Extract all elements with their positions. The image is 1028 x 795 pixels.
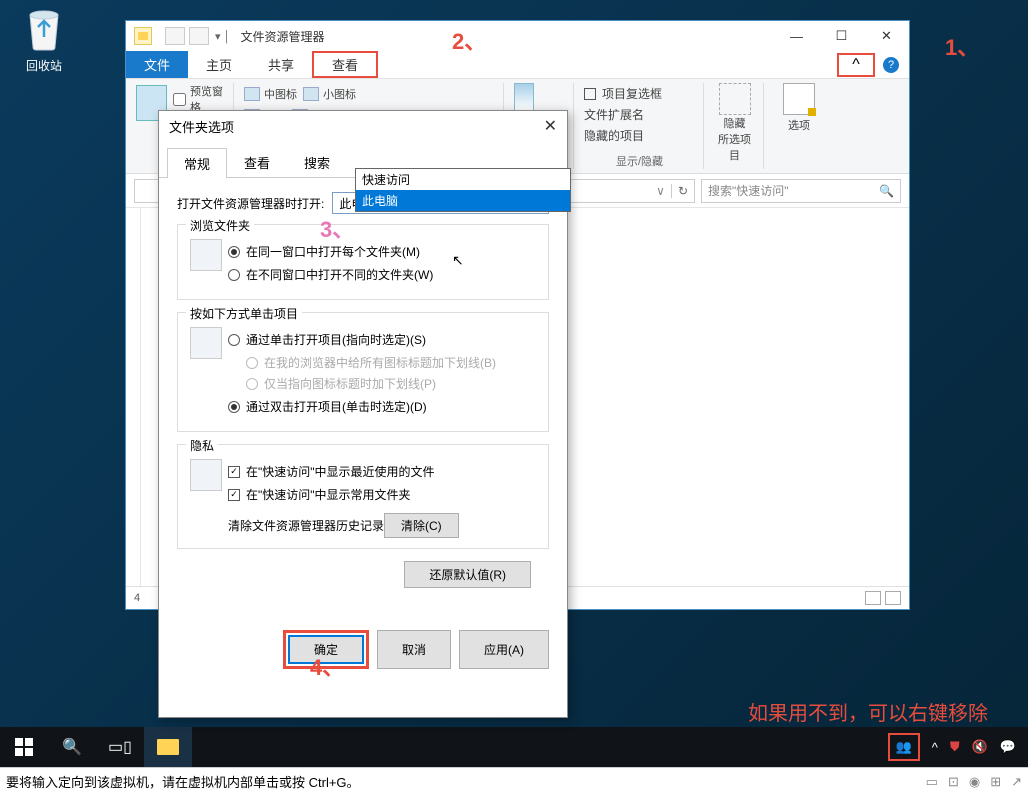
click-icon: [190, 327, 222, 359]
view-details-btn[interactable]: [865, 591, 881, 605]
open-to-dropdown: 快速访问 此电脑: [355, 168, 571, 212]
vm-icon-3[interactable]: ◉: [969, 774, 980, 790]
check-frequent-folders[interactable]: 在"快速访问"中显示常用文件夹: [228, 486, 538, 503]
help-icon[interactable]: ?: [883, 57, 899, 73]
sort-icon[interactable]: [514, 83, 534, 111]
vm-icon-5[interactable]: ↗: [1011, 774, 1022, 790]
maximize-button[interactable]: ☐: [819, 22, 864, 50]
minimize-button[interactable]: —: [774, 22, 819, 50]
system-tray: 👥 ^ ⛊ 🔇 💬: [888, 733, 1028, 761]
tab-view[interactable]: 查看: [312, 51, 378, 78]
recycle-bin-label: 回收站: [20, 57, 68, 74]
qat-newfolder-icon[interactable]: [189, 27, 209, 45]
dd-this-pc[interactable]: 此电脑: [356, 190, 570, 211]
explorer-icon: [134, 27, 152, 45]
taskbar: 🔍 ▭▯ 👥 ^ ⛊ 🔇 💬: [0, 727, 1028, 767]
clear-label: 清除文件资源管理器历史记录: [228, 517, 384, 534]
radio-new-window[interactable]: 在不同窗口中打开不同的文件夹(W): [228, 266, 538, 283]
search-input[interactable]: 搜索"快速访问" 🔍: [701, 179, 901, 203]
tray-notification-icon[interactable]: 💬: [1000, 739, 1016, 755]
restore-defaults-button[interactable]: 还原默认值(R): [404, 561, 531, 588]
apply-button[interactable]: 应用(A): [459, 630, 549, 669]
annotation-3: 3、: [320, 212, 354, 244]
tray-shield-icon[interactable]: ⛊: [950, 739, 960, 755]
browse-icon: [190, 239, 222, 271]
tab-share[interactable]: 共享: [250, 51, 312, 78]
vm-status-bar: 要将输入定向到该虚拟机，请在虚拟机内部单击或按 Ctrl+G。 ▭ ⊡ ◉ ⊞ …: [0, 767, 1028, 795]
taskbar-explorer[interactable]: [144, 727, 192, 767]
dialog-title: 文件夹选项: [169, 117, 234, 136]
radio-same-window[interactable]: 在同一窗口中打开每个文件夹(M): [228, 243, 538, 260]
cancel-button[interactable]: 取消: [377, 630, 451, 669]
view-thumbs-btn[interactable]: [885, 591, 901, 605]
recycle-bin-icon: [20, 5, 68, 53]
radio-double-click[interactable]: 通过双击打开项目(单击时选定)(D): [228, 398, 538, 415]
radio-single-click[interactable]: 通过单击打开项目(指向时选定)(S): [228, 331, 538, 348]
annotation-tip: 如果用不到，可以右键移除: [748, 697, 988, 726]
vm-icon-2[interactable]: ⊡: [948, 774, 959, 790]
dd-quick-access[interactable]: 快速访问: [356, 169, 570, 190]
tray-volume-icon[interactable]: 🔇: [972, 739, 988, 755]
cursor-icon: ↖: [452, 252, 464, 269]
ribbon-collapse-button[interactable]: ^: [837, 53, 875, 77]
close-button[interactable]: ✕: [864, 22, 909, 50]
fo-tab-search[interactable]: 搜索: [287, 147, 347, 177]
vm-icon-1[interactable]: ▭: [926, 774, 938, 790]
item-checkboxes[interactable]: [584, 88, 596, 100]
task-view-icon[interactable]: ▭▯: [96, 727, 144, 767]
preview-pane-check[interactable]: [173, 93, 186, 106]
icon-medium[interactable]: 中图标: [244, 86, 297, 102]
taskbar-search-icon[interactable]: 🔍: [48, 727, 96, 767]
options-icon[interactable]: [783, 83, 815, 115]
fo-tab-general[interactable]: 常规: [167, 148, 227, 178]
privacy-icon: [190, 459, 222, 491]
start-button[interactable]: [0, 727, 48, 767]
tab-home[interactable]: 主页: [188, 51, 250, 78]
quick-access-toolbar: [165, 27, 209, 45]
fo-tab-view[interactable]: 查看: [227, 147, 287, 177]
qat-dropdown-icon[interactable]: ▾ │: [215, 30, 230, 43]
radio-underline-all: 在我的浏览器中给所有图标标题加下划线(B): [246, 354, 538, 371]
open-to-label: 打开文件资源管理器时打开:: [177, 195, 324, 212]
people-icon[interactable]: 👥: [888, 733, 920, 761]
search-icon: 🔍: [879, 184, 894, 198]
radio-underline-hover: 仅当指向图标标题时加下划线(P): [246, 375, 538, 392]
annotation-1: 1、: [945, 30, 979, 62]
tab-file[interactable]: 文件: [126, 51, 188, 78]
recycle-bin[interactable]: 回收站: [20, 5, 68, 74]
ribbon-tabs: 文件 主页 共享 查看 ^ ?: [126, 51, 909, 79]
refresh-icon[interactable]: ↻: [671, 184, 688, 198]
icon-small[interactable]: 小图标: [303, 86, 356, 102]
item-count: 4: [134, 592, 140, 604]
dialog-close-button[interactable]: ✕: [544, 116, 557, 136]
window-title: 文件资源管理器: [240, 28, 324, 45]
check-recent-files[interactable]: 在"快速访问"中显示最近使用的文件: [228, 463, 538, 480]
annotation-4: 4、: [310, 650, 344, 682]
hide-items-icon[interactable]: [719, 83, 751, 115]
nav-pane[interactable]: [126, 208, 141, 586]
titlebar[interactable]: ▾ │ 文件资源管理器 — ☐ ✕: [126, 21, 909, 51]
vm-icon-4[interactable]: ⊞: [990, 774, 1001, 790]
vm-message: 要将输入定向到该虚拟机，请在虚拟机内部单击或按 Ctrl+G。: [6, 772, 360, 791]
qat-properties-icon[interactable]: [165, 27, 185, 45]
clear-button[interactable]: 清除(C): [384, 513, 459, 538]
annotation-2: 2、: [452, 24, 486, 56]
tray-chevron-icon[interactable]: ^: [932, 740, 938, 755]
